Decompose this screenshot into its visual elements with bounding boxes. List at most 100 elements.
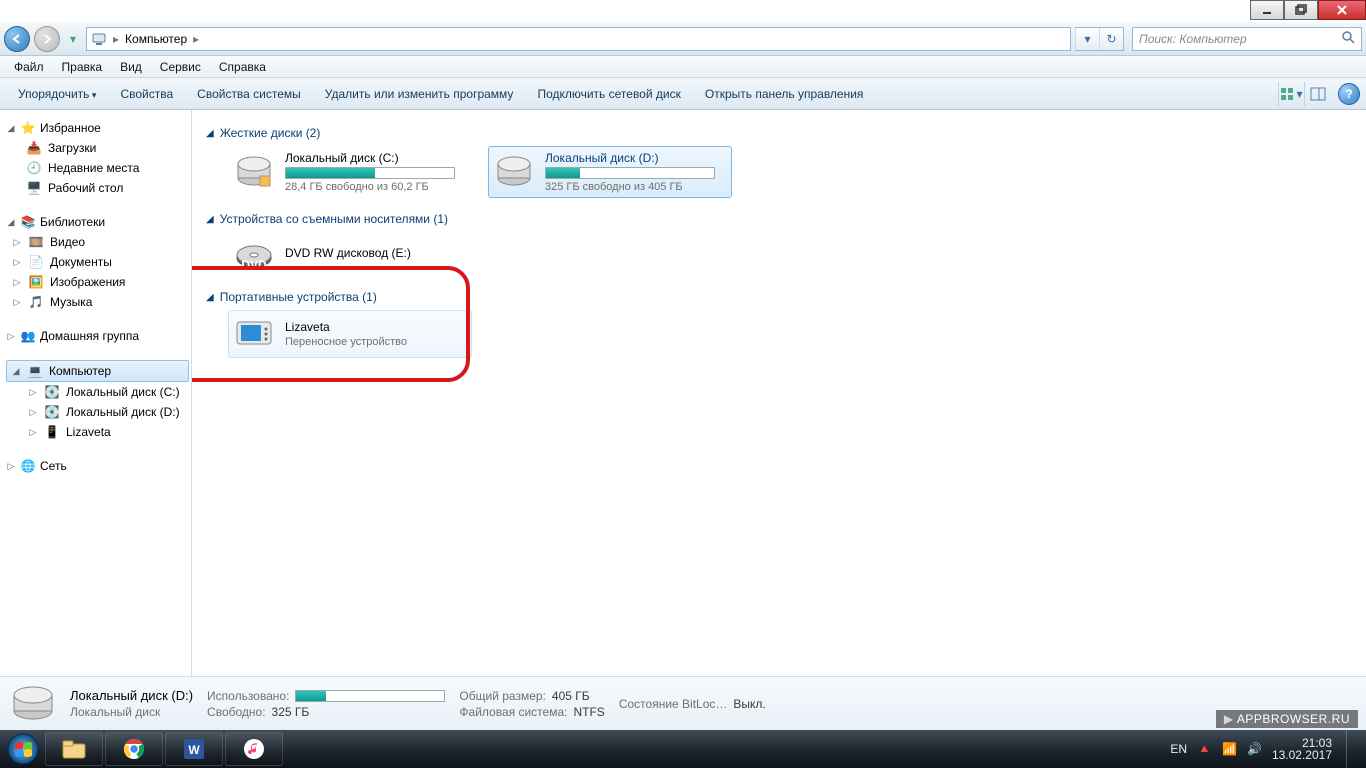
nav-local-c[interactable]: ▷💽Локальный диск (C:) — [6, 382, 189, 402]
taskbar-explorer[interactable] — [45, 732, 103, 766]
address-dropdown[interactable]: ▾ — [1075, 28, 1099, 50]
nav-back-button[interactable] — [4, 26, 30, 52]
taskbar-chrome[interactable] — [105, 732, 163, 766]
refresh-button[interactable]: ↻ — [1099, 28, 1123, 50]
nav-local-c-label: Локальный диск (C:) — [66, 385, 180, 399]
drive-liza-name: Lizaveta — [285, 320, 467, 334]
tray-lang[interactable]: EN — [1170, 742, 1187, 756]
nav-favorites-header[interactable]: ◢⭐Избранное — [6, 118, 189, 138]
menu-view[interactable]: Вид — [112, 58, 150, 76]
portable-player-icon — [233, 313, 275, 355]
drive-lizaveta[interactable]: Lizaveta Переносное устройство — [228, 310, 472, 358]
recent-icon: 🕘 — [26, 160, 42, 176]
nav-videos[interactable]: ▷🎞️Видео — [6, 232, 189, 252]
view-mode-button[interactable]: ▾ — [1278, 82, 1304, 106]
nav-computer-label: Компьютер — [49, 364, 111, 378]
details-bitlocker-val: Выкл. — [733, 697, 765, 711]
details-free-label: Свободно: — [207, 705, 266, 719]
breadcrumb-sep-2: ▸ — [193, 32, 199, 46]
nav-libraries-header[interactable]: ◢📚Библиотеки — [6, 212, 189, 232]
portable-icon: 📱 — [44, 424, 60, 440]
nav-music[interactable]: ▷🎵Музыка — [6, 292, 189, 312]
pictures-icon: 🖼️ — [28, 274, 44, 290]
tray-network-icon[interactable]: 📶 — [1222, 742, 1237, 756]
computer-icon — [91, 31, 107, 47]
nav-history-dropdown[interactable]: ▾ — [64, 26, 82, 52]
nav-network-header[interactable]: ▷🌐Сеть — [6, 456, 189, 476]
command-bar: Упорядочить Свойства Свойства системы Уд… — [0, 78, 1366, 110]
drive-d-capacity — [545, 167, 715, 179]
nav-homegroup-header[interactable]: ▷👥Домашняя группа — [6, 326, 189, 346]
nav-desktop[interactable]: 🖥️Рабочий стол — [6, 178, 189, 198]
cmd-uninstall[interactable]: Удалить или изменить программу — [313, 81, 526, 107]
cmd-system-properties[interactable]: Свойства системы — [185, 81, 313, 107]
details-pane: Локальный диск (D:) Локальный диск Испол… — [0, 676, 1366, 730]
nav-downloads[interactable]: 📥 Загрузки — [6, 138, 189, 158]
details-total-label: Общий размер: — [459, 689, 545, 703]
preview-pane-button[interactable] — [1304, 82, 1330, 106]
nav-computer[interactable]: ◢💻Компьютер — [6, 360, 189, 382]
drive-icon: 💽 — [44, 404, 60, 420]
menu-tools[interactable]: Сервис — [152, 58, 209, 76]
nav-recent-label: Недавние места — [48, 161, 139, 175]
details-title: Локальный диск (D:) — [70, 688, 193, 703]
star-icon: ⭐ — [20, 120, 36, 136]
menu-file[interactable]: Файл — [6, 58, 52, 76]
homegroup-icon: 👥 — [20, 328, 36, 344]
navigation-pane: ◢⭐Избранное 📥 Загрузки 🕘 Недавние места 🖥️… — [0, 110, 192, 676]
nav-documents[interactable]: ▷📄Документы — [6, 252, 189, 272]
minimize-button[interactable] — [1250, 0, 1284, 20]
tray-date: 13.02.2017 — [1272, 749, 1332, 761]
taskbar-itunes[interactable] — [225, 732, 283, 766]
nav-lizaveta[interactable]: ▷📱Lizaveta — [6, 422, 189, 442]
drive-dvd[interactable]: DVD DVD RW дисковод (E:) — [228, 232, 472, 276]
nav-forward-button[interactable] — [34, 26, 60, 52]
details-fs-label: Файловая система: — [459, 705, 567, 719]
menu-edit[interactable]: Правка — [54, 58, 111, 76]
details-capacity-bar — [295, 690, 445, 702]
section-portable-header[interactable]: ◢Портативные устройства (1) — [206, 290, 1352, 304]
search-icon — [1341, 30, 1355, 47]
tray-flag-icon[interactable]: 🔺 — [1197, 742, 1212, 756]
cmd-properties[interactable]: Свойства — [108, 81, 185, 107]
drive-icon: 💽 — [44, 384, 60, 400]
nav-documents-label: Документы — [50, 255, 112, 269]
breadcrumb-root[interactable]: Компьютер — [125, 32, 187, 46]
maximize-button[interactable] — [1284, 0, 1318, 20]
hdd-icon — [233, 151, 275, 193]
nav-recent[interactable]: 🕘 Недавние места — [6, 158, 189, 178]
close-button[interactable] — [1318, 0, 1366, 20]
nav-pictures[interactable]: ▷🖼️Изображения — [6, 272, 189, 292]
nav-local-d[interactable]: ▷💽Локальный диск (D:) — [6, 402, 189, 422]
tray-clock[interactable]: 21:03 13.02.2017 — [1272, 737, 1332, 761]
show-desktop-button[interactable] — [1346, 730, 1358, 768]
drive-d[interactable]: Локальный диск (D:) 325 ГБ свободно из 4… — [488, 146, 732, 198]
svg-text:DVD: DVD — [241, 258, 267, 272]
section-removable-header[interactable]: ◢Устройства со съемными носителями (1) — [206, 212, 1352, 226]
libraries-icon: 📚 — [20, 214, 36, 230]
section-removable-label: Устройства со съемными носителями (1) — [220, 212, 448, 226]
cmd-control-panel[interactable]: Открыть панель управления — [693, 81, 876, 107]
menu-bar: Файл Правка Вид Сервис Справка — [0, 56, 1366, 78]
cmd-organize[interactable]: Упорядочить — [6, 81, 108, 107]
tray-volume-icon[interactable]: 🔊 — [1247, 742, 1262, 756]
drive-d-free: 325 ГБ свободно из 405 ГБ — [545, 181, 727, 193]
section-hdd-label: Жесткие диски (2) — [220, 126, 321, 140]
nav-pictures-label: Изображения — [50, 275, 125, 289]
nav-videos-label: Видео — [50, 235, 85, 249]
start-button[interactable] — [2, 730, 44, 768]
address-bar[interactable]: ▸ Компьютер ▸ — [86, 27, 1071, 51]
nav-network-label: Сеть — [40, 459, 67, 473]
help-button[interactable]: ? — [1338, 83, 1360, 105]
menu-help[interactable]: Справка — [211, 58, 274, 76]
dvd-icon: DVD — [233, 233, 275, 275]
drive-c[interactable]: Локальный диск (C:) 28,4 ГБ свободно из … — [228, 146, 472, 198]
music-icon: 🎵 — [28, 294, 44, 310]
section-hdd-header[interactable]: ◢Жесткие диски (2) — [206, 126, 1352, 140]
cmd-map-drive[interactable]: Подключить сетевой диск — [525, 81, 692, 107]
downloads-icon: 📥 — [26, 140, 42, 156]
search-input[interactable]: Поиск: Компьютер — [1132, 27, 1362, 51]
drive-dvd-name: DVD RW дисковод (E:) — [285, 246, 467, 260]
nav-downloads-label: Загрузки — [48, 141, 96, 155]
taskbar-word[interactable]: W — [165, 732, 223, 766]
